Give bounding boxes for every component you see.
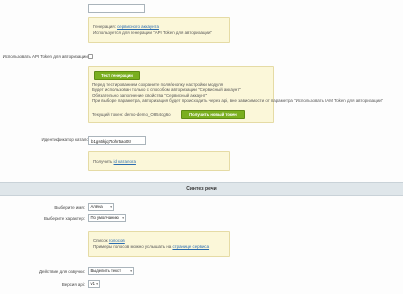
api-version-label: Версия api: [61,282,85,287]
service-account-note: Генерация: сервисного аккаунта Используе… [88,17,230,43]
voices-note: Список голосов Примеры голосов можно усл… [88,231,230,257]
character-label: Выберите характер: [43,216,85,221]
catalog-id-note: Получить id каталога [88,151,230,171]
voice-select-value: Алёна [90,204,103,209]
note-text: Получить [93,158,114,164]
chevron-down-icon: ▾ [110,205,112,209]
voice-label: Выберите имя: [54,205,85,210]
get-new-token-button[interactable]: Получить новый токен [181,110,245,119]
token-note-lines: Перед тестированием сохраните поля/кнопк… [92,82,384,104]
service-page-link[interactable]: странице сервиса [172,244,209,249]
service-account-input[interactable] [88,4,145,13]
chevron-down-icon: ▾ [122,216,124,220]
service-account-link[interactable]: сервисного аккаунта [117,24,159,29]
note-text: Генерация: [93,24,118,29]
action-select-value: Выделить текст [90,268,122,273]
voices-list-link[interactable]: голосов [109,238,125,243]
api-version-select[interactable]: v1 ▾ [88,280,100,288]
note-text: Примеры голосов можно услышать на [93,243,173,249]
use-api-token-checkbox[interactable] [88,54,93,59]
use-api-token-label: Использовать API Token для авторизации: [2,54,89,59]
action-select[interactable]: Выделить текст ▾ [88,267,134,275]
character-select-value: По умолчанию [90,215,119,220]
note-line: Примеры голосов можно услышать на страни… [93,244,225,250]
api-version-select-value: v1 [90,281,95,286]
catalog-id-label: Идентификатор каталога: [41,137,94,142]
note-line: Используется для генерации "API Token дл… [93,29,212,35]
action-label: Действие для озвучки: [39,269,85,274]
voice-select[interactable]: Алёна ▾ [88,203,114,211]
chevron-down-icon: ▾ [130,269,132,273]
catalog-id-input[interactable]: b1gs6kjq7tohr5ao0tr [88,136,146,145]
catalog-id-link[interactable]: id каталога [114,159,136,164]
chevron-down-icon: ▾ [96,282,98,286]
character-select[interactable]: По умолчанию ▾ [88,214,126,222]
current-token-text: Текущий токен: demo-demo_O854cg6o [92,112,171,117]
test-generation-button[interactable]: Тест генерации [94,71,140,80]
speech-synthesis-header: Синтез речи [0,182,403,196]
note-line: При выборе параметра, авторизация будет … [92,98,384,104]
note-text: Список [93,238,109,243]
